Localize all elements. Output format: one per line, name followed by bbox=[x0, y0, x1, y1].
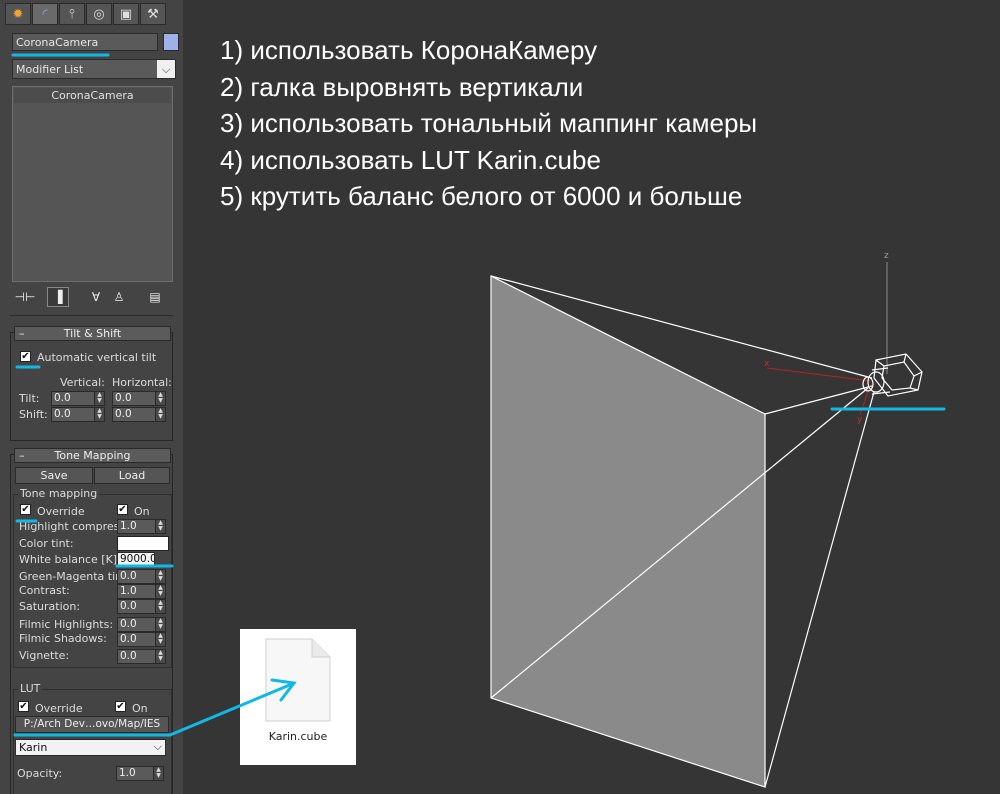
axis-label-y: y bbox=[857, 415, 863, 425]
pointer-arrow bbox=[168, 678, 297, 737]
camera-icon[interactable] bbox=[862, 353, 923, 397]
frustum-plane bbox=[490, 275, 766, 788]
axis-label-x: x bbox=[764, 359, 770, 369]
viewport-overlay: z x y bbox=[11, 53, 946, 788]
axis-label-z: z bbox=[884, 251, 889, 261]
highlight-marks bbox=[11, 53, 946, 737]
axis-gizmo: z x y bbox=[764, 251, 889, 425]
